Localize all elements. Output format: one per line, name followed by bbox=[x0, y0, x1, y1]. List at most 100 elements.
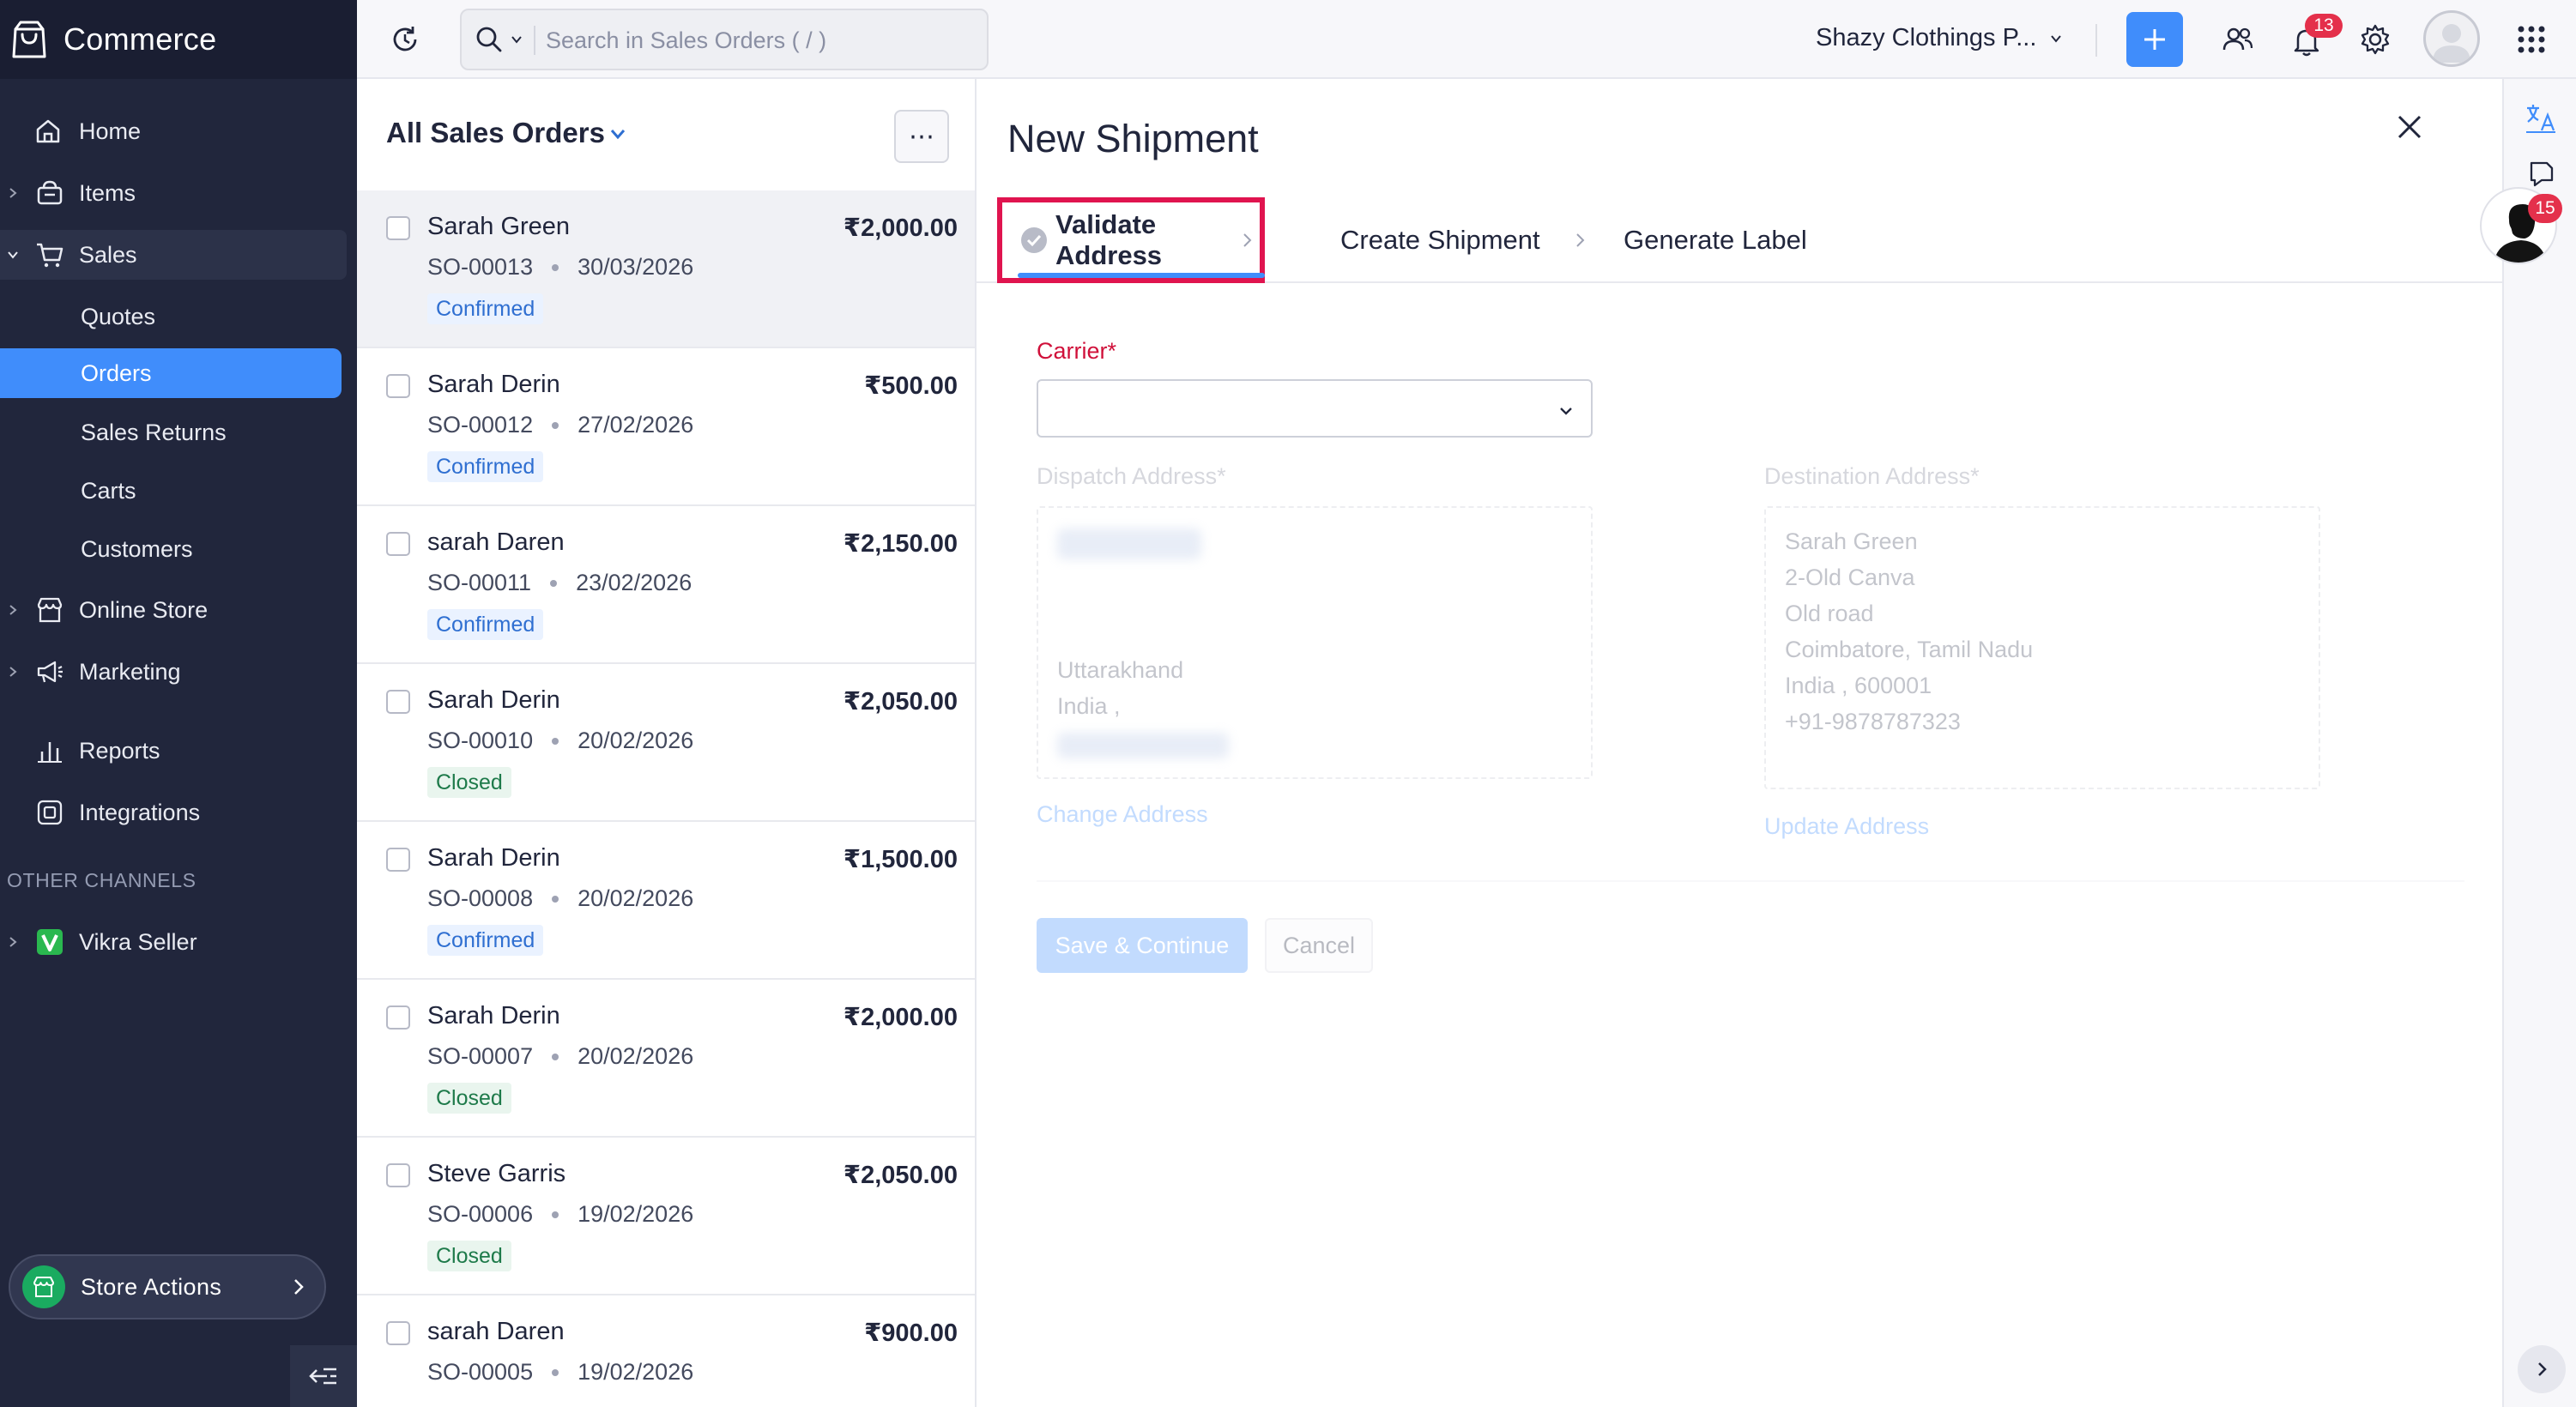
order-meta: SO-00012 27/02/2026 bbox=[427, 412, 693, 438]
brand-header[interactable]: Commerce bbox=[0, 0, 357, 79]
more-options-button[interactable]: ⋯ bbox=[894, 110, 949, 163]
recent-history-icon[interactable] bbox=[388, 22, 422, 57]
sidebar-subitem-label: Sales Returns bbox=[81, 419, 227, 445]
row-checkbox[interactable] bbox=[386, 1005, 410, 1030]
sidebar-subitem-label: Carts bbox=[81, 477, 136, 504]
sidebar-item-label: Items bbox=[79, 179, 136, 206]
sidebar-item-items[interactable]: Items bbox=[0, 168, 347, 218]
top-header: Shazy Clothings P... 13 bbox=[357, 0, 2576, 79]
app-grid-icon[interactable] bbox=[2514, 22, 2549, 57]
order-amount: ₹1,500.00 bbox=[843, 846, 958, 873]
update-address-link[interactable]: Update Address bbox=[1764, 813, 1929, 840]
order-row[interactable]: Steve Garris ₹2,050.00 SO-00006 19/02/202… bbox=[357, 1138, 975, 1295]
carrier-label: Carrier* bbox=[1037, 338, 1117, 364]
chevron-right-icon bbox=[1243, 233, 1252, 247]
row-checkbox[interactable] bbox=[386, 690, 410, 714]
row-checkbox[interactable] bbox=[386, 848, 410, 872]
step-generate-label[interactable]: Generate Label bbox=[1624, 197, 1807, 283]
sidebar-item-label: Integrations bbox=[79, 799, 201, 825]
order-meta: SO-00006 19/02/2026 bbox=[427, 1201, 693, 1228]
row-checkbox[interactable] bbox=[386, 1321, 410, 1345]
order-row[interactable]: sarah Daren ₹900.00 SO-00005 19/02/2026 bbox=[357, 1295, 975, 1407]
order-row[interactable]: Sarah Derin ₹2,050.00 SO-00010 20/02/2026… bbox=[357, 664, 975, 822]
sidebar: Commerce Home Items Sales Quotes Orders … bbox=[0, 0, 357, 1407]
sidebar-item-home[interactable]: Home bbox=[0, 106, 347, 156]
sidebar-subitem-quotes[interactable]: Quotes bbox=[0, 292, 342, 341]
cancel-button[interactable]: Cancel bbox=[1265, 918, 1373, 973]
sidebar-item-label: Marketing bbox=[79, 658, 181, 685]
carrier-select[interactable] bbox=[1037, 379, 1593, 438]
step-validate-address[interactable]: Validate Address bbox=[997, 197, 1265, 283]
row-checkbox[interactable] bbox=[386, 374, 410, 398]
step-create-shipment[interactable]: Create Shipment bbox=[1340, 197, 1540, 283]
search-input[interactable] bbox=[546, 22, 975, 58]
customer-name: Sarah Derin bbox=[427, 844, 560, 872]
sidebar-item-online-store[interactable]: Online Store bbox=[0, 585, 347, 635]
separator-dot bbox=[550, 579, 558, 587]
destination-address-line: Coimbatore, Tamil Nadu bbox=[1785, 637, 2034, 662]
order-row[interactable]: Sarah Derin ₹2,000.00 SO-00007 20/02/2026… bbox=[357, 980, 975, 1138]
sidebar-item-sales[interactable]: Sales bbox=[0, 230, 347, 280]
chevron-right-icon bbox=[9, 188, 17, 198]
collapse-sidebar-button[interactable] bbox=[290, 1345, 357, 1407]
customer-name: sarah Daren bbox=[427, 1318, 565, 1345]
sidebar-subitem-customers[interactable]: Customers bbox=[0, 524, 342, 574]
translate-icon[interactable] bbox=[2523, 100, 2559, 136]
row-checkbox[interactable] bbox=[386, 532, 410, 556]
form-divider bbox=[1037, 880, 2464, 882]
user-avatar[interactable] bbox=[2423, 10, 2480, 67]
sidebar-item-vikra-seller[interactable]: Vikra Seller bbox=[0, 917, 347, 967]
save-continue-button[interactable]: Save & Continue bbox=[1037, 918, 1248, 973]
order-meta: SO-00008 20/02/2026 bbox=[427, 885, 693, 912]
expand-rail-button[interactable] bbox=[2518, 1345, 2566, 1393]
change-address-link[interactable]: Change Address bbox=[1037, 801, 1208, 828]
separator-dot bbox=[552, 1368, 559, 1376]
status-badge: Confirmed bbox=[427, 925, 544, 956]
close-icon[interactable] bbox=[2391, 108, 2428, 146]
order-amount: ₹2,000.00 bbox=[843, 1004, 958, 1031]
order-date: 20/02/2026 bbox=[577, 1043, 694, 1069]
sidebar-item-integrations[interactable]: Integrations bbox=[0, 788, 347, 837]
row-checkbox[interactable] bbox=[386, 216, 410, 240]
sales-orders-list-panel: All Sales Orders ⋯ Sarah Green ₹2,000.00… bbox=[357, 79, 977, 1407]
order-date: 30/03/2026 bbox=[577, 254, 694, 280]
order-row[interactable]: Sarah Green ₹2,000.00 SO-00013 30/03/2026… bbox=[357, 190, 975, 348]
destination-address-line: +91-9878787323 bbox=[1785, 709, 1961, 734]
sidebar-subitem-label: Orders bbox=[81, 359, 152, 386]
order-date: 20/02/2026 bbox=[577, 885, 694, 911]
store-actions-label: Store Actions bbox=[81, 1273, 222, 1300]
feedback-icon[interactable] bbox=[2523, 154, 2559, 190]
sidebar-subitem-orders[interactable]: Orders bbox=[0, 348, 342, 398]
header-divider bbox=[2095, 24, 2097, 57]
sidebar-subitem-sales-returns[interactable]: Sales Returns bbox=[0, 408, 342, 457]
sidebar-subitem-carts[interactable]: Carts bbox=[0, 466, 342, 516]
megaphone-icon bbox=[37, 661, 63, 683]
sidebar-item-label: Vikra Seller bbox=[79, 928, 197, 955]
order-meta: SO-00005 19/02/2026 bbox=[427, 1359, 693, 1386]
row-checkbox[interactable] bbox=[386, 1163, 410, 1187]
store-actions-button[interactable]: Store Actions bbox=[9, 1254, 326, 1319]
gear-icon[interactable] bbox=[2358, 22, 2392, 57]
order-date: 19/02/2026 bbox=[577, 1201, 694, 1227]
organization-switcher[interactable]: Shazy Clothings P... bbox=[1816, 24, 2064, 52]
sidebar-item-marketing[interactable]: Marketing bbox=[0, 647, 347, 697]
search-icon[interactable] bbox=[474, 24, 505, 55]
chevron-down-icon[interactable] bbox=[608, 124, 628, 144]
chevron-down-icon[interactable] bbox=[510, 33, 523, 46]
order-row[interactable]: Sarah Derin ₹500.00 SO-00012 27/02/2026 C… bbox=[357, 348, 975, 506]
order-date: 23/02/2026 bbox=[576, 570, 692, 595]
customer-name: Sarah Derin bbox=[427, 1002, 560, 1030]
list-view-title[interactable]: All Sales Orders bbox=[386, 117, 605, 149]
order-row[interactable]: sarah Daren ₹2,150.00 SO-00011 23/02/2026… bbox=[357, 506, 975, 664]
status-badge: Confirmed bbox=[427, 293, 544, 324]
sidebar-item-reports[interactable]: Reports bbox=[0, 726, 347, 776]
destination-address-line: 2-Old Canva bbox=[1785, 565, 1915, 590]
order-number: SO-00013 bbox=[427, 254, 534, 280]
search-bar[interactable] bbox=[460, 9, 989, 70]
users-icon[interactable] bbox=[2221, 22, 2255, 57]
quick-create-button[interactable] bbox=[2126, 12, 2183, 67]
chevron-right-icon bbox=[9, 605, 17, 615]
shopping-bag-icon bbox=[12, 21, 46, 58]
sidebar-item-label: Online Store bbox=[79, 596, 209, 623]
order-row[interactable]: Sarah Derin ₹1,500.00 SO-00008 20/02/2026… bbox=[357, 822, 975, 980]
